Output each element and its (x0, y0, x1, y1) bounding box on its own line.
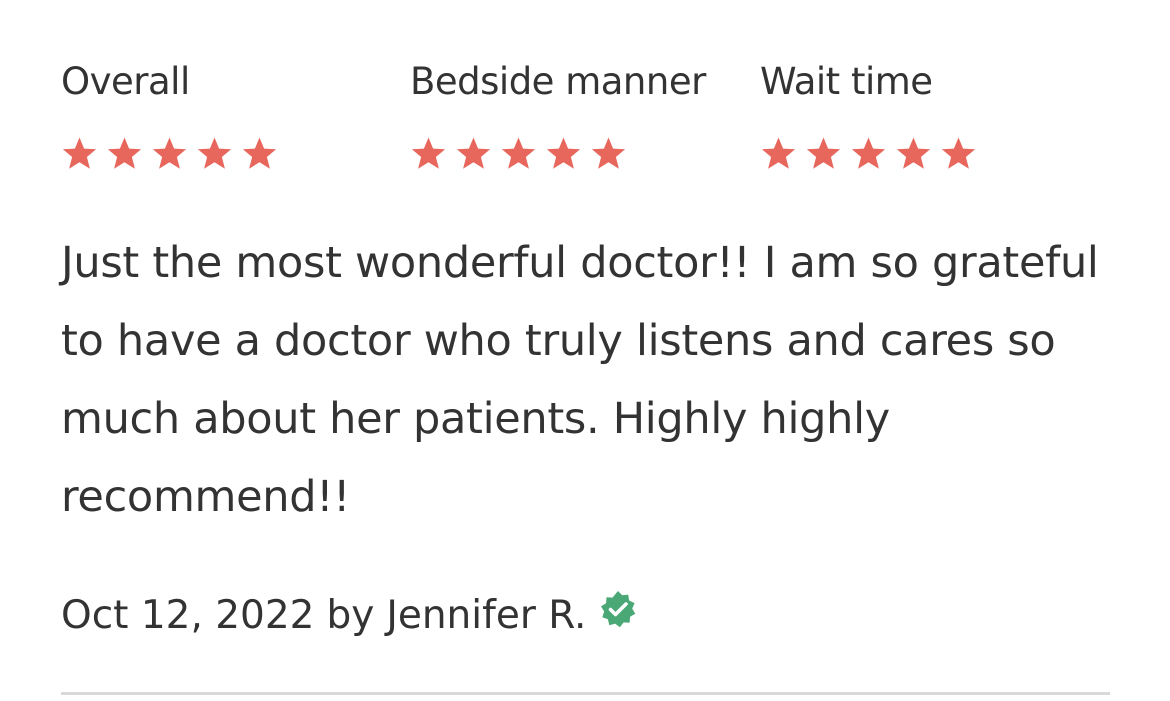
star-icon (850, 136, 887, 173)
star-icon (760, 136, 797, 173)
review-text: Just the most wonderful doctor!! I am so… (61, 238, 1099, 522)
star-rating (61, 136, 278, 173)
star-rating (760, 136, 977, 173)
star-icon (590, 136, 627, 173)
star-icon (106, 136, 143, 173)
star-icon (455, 136, 492, 173)
star-icon (196, 136, 233, 173)
rating-label: Wait time (760, 60, 933, 103)
verified-badge-icon (598, 589, 638, 629)
star-rating (410, 136, 627, 173)
rating-label: Overall (61, 60, 190, 103)
rating-label: Bedside manner (410, 60, 706, 103)
review-date: Oct 12, 2022 (61, 593, 315, 638)
review-author[interactable]: Jennifer R. (386, 588, 586, 644)
star-icon (895, 136, 932, 173)
star-icon (61, 136, 98, 173)
review-card: Overall Bedside manner Wait time Just th… (61, 0, 1110, 701)
review-byline: Oct 12, 2022 by Jennifer R. (61, 588, 638, 644)
star-icon (805, 136, 842, 173)
star-icon (940, 136, 977, 173)
byline-by: by (326, 593, 375, 638)
ratings-row: Overall Bedside manner Wait time (61, 56, 1110, 186)
star-icon (241, 136, 278, 173)
divider (61, 692, 1110, 695)
star-icon (151, 136, 188, 173)
star-icon (500, 136, 537, 173)
star-icon (410, 136, 447, 173)
star-icon (545, 136, 582, 173)
